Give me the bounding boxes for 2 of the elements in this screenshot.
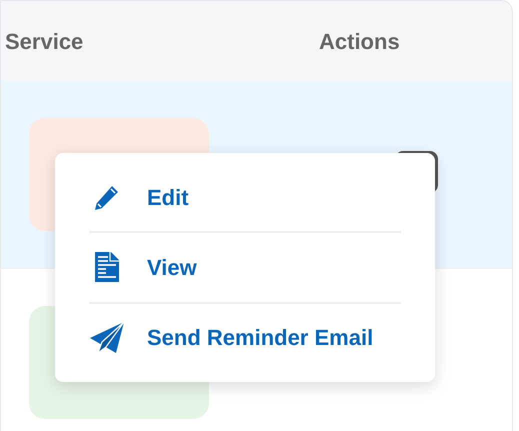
column-header: Service — [5, 28, 84, 56]
column-header: Actions — [319, 28, 400, 56]
